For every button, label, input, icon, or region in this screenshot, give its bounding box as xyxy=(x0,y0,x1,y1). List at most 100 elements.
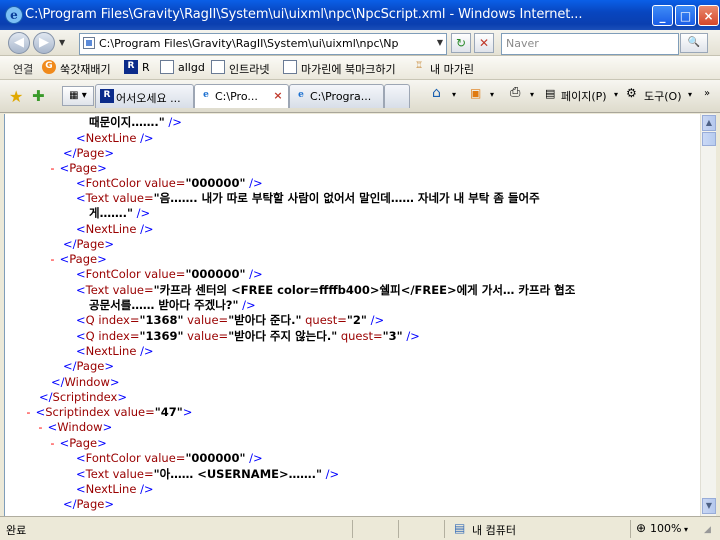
page-menu[interactable]: 페이지(P) xyxy=(561,88,607,104)
link-item-1[interactable]: 쑥갓재배기 xyxy=(60,61,111,77)
print-icon[interactable]: ⎙ xyxy=(510,85,520,100)
xml-fontcolor: <FontColor value="000000" /> xyxy=(76,267,263,281)
xml-scriptindex-open[interactable]: - <Scriptindex value="47"> xyxy=(25,405,192,420)
security-zone: 내 컴퓨터 xyxy=(472,524,516,537)
address-bar[interactable]: C:\Program Files\Gravity\RagII\System\ui… xyxy=(79,33,447,55)
xml-page-open[interactable]: - <Page> xyxy=(49,436,107,451)
links-toolbar: 연결 G 쑥갓재배기 R R allgd 인트라넷 마가린에 북마크하기 ♖ 내… xyxy=(0,56,720,80)
xml-question-2: <Q index="1369" value="받아다 주지 않는다." ques… xyxy=(76,329,420,343)
page-dropdown-icon[interactable]: ▾ xyxy=(614,90,618,99)
stop-button[interactable]: ✕ xyxy=(474,33,494,53)
xml-text: <Text value="음……. 내가 따로 부탁할 사람이 없어서 말인데…… xyxy=(76,191,540,205)
link-item-3[interactable]: allgd xyxy=(178,61,205,74)
home-dropdown-icon[interactable]: ▾ xyxy=(452,90,456,99)
tab-label: 어서오세요 ... xyxy=(116,92,181,105)
minimize-button[interactable]: _ xyxy=(652,5,673,26)
link-item-6[interactable]: 내 마가린 xyxy=(430,61,474,77)
back-button[interactable]: ◀ xyxy=(8,32,30,54)
xml-page-open[interactable]: - <Page> xyxy=(49,161,107,176)
xml-document-view: 때문이지……." /> <NextLine /> </Page> - <Page… xyxy=(4,114,700,516)
xml-nextline: <NextLine /> xyxy=(76,344,154,358)
address-input[interactable]: C:\Program Files\Gravity\RagII\System\ui… xyxy=(99,37,433,50)
status-divider xyxy=(444,520,445,538)
xml-window-close: </Window> xyxy=(51,375,120,389)
ie-page-icon: e xyxy=(298,90,304,100)
status-divider xyxy=(352,520,353,538)
xml-text: <Text value="카프라 센터의 <FREE color=ffffb40… xyxy=(76,283,576,297)
collapse-toggle[interactable]: - xyxy=(49,436,56,450)
scroll-down-button[interactable]: ▼ xyxy=(702,498,716,514)
vertical-scrollbar[interactable]: ▲ ▼ xyxy=(700,114,716,516)
favorites-star-icon[interactable]: ★ xyxy=(9,87,23,106)
xml-nextline: <NextLine /> xyxy=(76,131,154,145)
link-item-5[interactable]: 마가린에 북마크하기 xyxy=(301,61,396,77)
xml-text-cont: 게……." /> xyxy=(89,206,151,220)
xml-page-close: </Page> xyxy=(63,359,114,373)
page-menu-icon: ▤ xyxy=(545,87,556,100)
zoom-level[interactable]: 100% xyxy=(650,522,681,535)
status-divider xyxy=(398,520,399,538)
collapse-toggle[interactable]: - xyxy=(25,405,32,419)
xml-scriptindex-close: </Scriptindex> xyxy=(39,390,127,404)
tab-label: C:\Progra... xyxy=(310,90,372,103)
xml-window-open[interactable]: - <Window> xyxy=(37,420,112,435)
collapse-toggle[interactable]: - xyxy=(37,420,44,434)
tab-program-files-1[interactable]: e C:\Pro... × xyxy=(194,84,289,108)
close-tab-icon[interactable]: × xyxy=(272,90,284,102)
r-logo-icon: R xyxy=(124,60,138,74)
xml-text-line: 때문이지……." /> xyxy=(89,115,182,129)
page-icon xyxy=(160,60,174,74)
quick-tabs-button[interactable]: ▦ ▾ xyxy=(62,86,94,106)
tab-toolbar: ★ ✚ ▦ ▾ R 어서오세요 ... e C:\Pro... × e C:\P… xyxy=(0,80,720,113)
r-logo-icon: R xyxy=(100,89,114,103)
shopping-icon: G xyxy=(42,60,56,74)
page-icon xyxy=(211,60,225,74)
status-text: 완료 xyxy=(6,524,27,537)
scroll-thumb[interactable] xyxy=(702,132,716,146)
status-divider xyxy=(630,520,631,538)
refresh-button[interactable]: ↻ xyxy=(451,33,471,53)
home-icon[interactable]: ⌂ xyxy=(432,85,441,101)
feeds-dropdown-icon[interactable]: ▾ xyxy=(490,90,494,99)
search-button[interactable]: 🔍 xyxy=(680,33,708,53)
title-bar[interactable]: e C:\Program Files\Gravity\RagII\System\… xyxy=(0,0,720,30)
link-item-2[interactable]: R xyxy=(142,61,150,74)
address-toolbar: ◀ ▶ ▼ C:\Program Files\Gravity\RagII\Sys… xyxy=(0,30,720,56)
links-label: 연결 xyxy=(13,63,34,76)
tab-label: C:\Pro... xyxy=(215,90,258,103)
tools-dropdown-icon[interactable]: ▾ xyxy=(688,90,692,99)
new-tab-button[interactable] xyxy=(384,84,410,108)
collapse-toggle[interactable]: - xyxy=(49,252,56,266)
zoom-dropdown-icon[interactable]: ▾ xyxy=(684,525,688,534)
feeds-icon[interactable]: ▣ xyxy=(470,86,481,100)
collapse-toggle[interactable]: - xyxy=(49,161,56,175)
history-dropdown-icon[interactable]: ▼ xyxy=(59,38,65,47)
xml-question-1: <Q index="1368" value="받아다 준다." quest="2… xyxy=(76,313,385,327)
link-item-4[interactable]: 인트라넷 xyxy=(229,61,269,77)
toolbar-overflow-icon[interactable]: » xyxy=(704,88,710,99)
xml-nextline: <NextLine /> xyxy=(76,482,154,496)
maximize-button[interactable]: □ xyxy=(675,5,696,26)
page-icon xyxy=(283,60,297,74)
xml-text: <Text value="아…… <USERNAME>……." /> xyxy=(76,467,340,481)
xml-fontcolor: <FontColor value="000000" /> xyxy=(76,176,263,190)
page-icon xyxy=(83,37,95,49)
scroll-up-button[interactable]: ▲ xyxy=(702,115,716,131)
xml-text-cont: 공문서를…… 받아다 주겠나?" /> xyxy=(89,298,256,312)
xml-page-open[interactable]: - <Page> xyxy=(49,252,107,267)
search-input[interactable]: Naver xyxy=(506,37,539,50)
tab-program-files-2[interactable]: e C:\Progra... xyxy=(289,84,384,108)
zoom-icon: ⊕ xyxy=(636,521,647,535)
status-bar: 완료 ▤ 내 컴퓨터 ⊕ 100% ▾ ◢ xyxy=(0,516,720,540)
close-button[interactable]: × xyxy=(698,5,719,26)
resize-grip-icon[interactable]: ◢ xyxy=(704,525,711,535)
print-dropdown-icon[interactable]: ▾ xyxy=(530,90,534,99)
forward-button[interactable]: ▶ xyxy=(33,32,55,54)
xml-page-close: </Page> xyxy=(63,146,114,160)
address-dropdown-icon[interactable]: ▼ xyxy=(437,38,443,47)
tab-welcome[interactable]: R 어서오세요 ... xyxy=(95,84,194,108)
xml-fontcolor: <FontColor value="000000" /> xyxy=(76,451,263,465)
search-box[interactable]: Naver xyxy=(501,33,679,55)
add-favorite-icon[interactable]: ✚ xyxy=(32,87,45,105)
tools-menu[interactable]: 도구(O) xyxy=(644,88,681,104)
